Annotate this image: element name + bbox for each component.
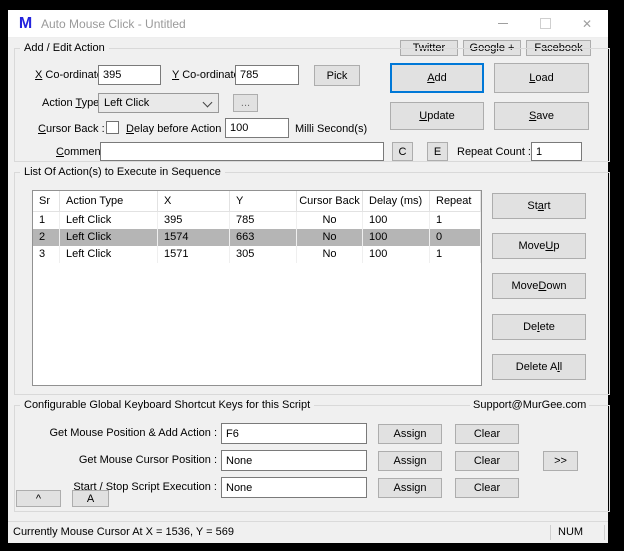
status-bar: Currently Mouse Cursor At X = 1536, Y = …: [8, 521, 608, 543]
load-button[interactable]: Load: [494, 63, 589, 93]
delete-all-button[interactable]: Delete All: [492, 354, 586, 380]
action-type-select[interactable]: Left Click: [98, 93, 219, 113]
move-up-button[interactable]: Move Up: [492, 233, 586, 259]
table-cell: 305: [230, 246, 297, 263]
title-bar: M Auto Mouse Click - Untitled ✕: [8, 10, 608, 38]
clear-cursor-position-button[interactable]: Clear: [455, 451, 519, 471]
status-text: Currently Mouse Cursor At X = 1536, Y = …: [13, 526, 234, 538]
caret-button[interactable]: ^: [16, 490, 61, 507]
table-cell: 0: [430, 229, 481, 246]
add-edit-action-group-label: Add / Edit Action: [20, 42, 109, 55]
minimize-icon: [498, 23, 508, 24]
table-cell: No: [297, 246, 363, 263]
delay-input[interactable]: [225, 118, 289, 138]
delay-unit-label: Milli Second(s): [295, 123, 368, 135]
table-cell: 100: [363, 246, 430, 263]
delete-button[interactable]: De l ete: [492, 314, 586, 340]
minimize-button[interactable]: [486, 10, 520, 37]
table-cell: 785: [230, 212, 297, 229]
table-cell: 3: [33, 246, 60, 263]
update-button[interactable]: Update: [390, 102, 484, 130]
table-cell: 100: [363, 229, 430, 246]
assign-start-stop-button[interactable]: Assign: [378, 478, 442, 498]
action-row[interactable]: 3 Left Click 1571 305 No 100 1: [33, 246, 481, 263]
table-cell: No: [297, 229, 363, 246]
cursor-back-label: Cursor Back :: [38, 123, 105, 135]
table-cell: 1571: [158, 246, 230, 263]
cursor-back-checkbox[interactable]: [106, 121, 119, 134]
close-icon: ✕: [581, 16, 593, 31]
add-button[interactable]: Add: [390, 63, 484, 93]
move-down-button[interactable]: Move Down: [492, 273, 586, 299]
comment-input[interactable]: [100, 142, 384, 161]
c-button[interactable]: C: [392, 142, 413, 161]
table-cell: Left Click: [60, 229, 158, 246]
action-list-group-label: List Of Action(s) to Execute in Sequence: [20, 166, 225, 179]
column-header[interactable]: Action Type: [60, 191, 158, 211]
assign-add-action-button[interactable]: Assign: [378, 424, 442, 444]
chevron-down-icon: [202, 97, 213, 108]
clear-add-action-button[interactable]: Clear: [455, 424, 519, 444]
save-button[interactable]: Save: [494, 102, 589, 130]
maximize-icon: [539, 18, 551, 29]
table-cell: 1574: [158, 229, 230, 246]
more-options-button[interactable]: ...: [233, 94, 258, 112]
shortcut-add-action-label: Get Mouse Position & Add Action :: [49, 427, 217, 439]
column-header[interactable]: Y: [230, 191, 297, 211]
support-email-label: Support@MurGee.com: [470, 399, 590, 411]
a-button[interactable]: A: [72, 490, 109, 507]
table-cell: 1: [430, 212, 481, 229]
pick-button[interactable]: Pick: [314, 65, 360, 86]
table-cell: 2: [33, 229, 60, 246]
maximize-button[interactable]: [528, 10, 562, 37]
repeat-count-label: Repeat Count :: [457, 146, 531, 158]
action-type-label: Action Type :: [42, 97, 106, 109]
e-button[interactable]: E: [427, 142, 448, 161]
num-lock-indicator: NUM: [558, 526, 584, 538]
action-table: Sr Action Type X Y Cursor Back Delay (ms) Repe…: [32, 190, 482, 386]
action-type-value: Left Click: [104, 97, 150, 109]
action-row[interactable]: 1 Left Click 395 785 No 100 1: [33, 212, 481, 229]
shortcut-cursor-position-label: Get Mouse Cursor Position :: [78, 454, 217, 466]
status-separator: [604, 525, 605, 540]
app-logo-icon: M: [18, 15, 33, 32]
shortcut-add-action-input[interactable]: [221, 423, 367, 444]
action-table-body: 1 Left Click 395 785 No 100 1 2 Left Click 1574 66…: [33, 212, 481, 263]
x-coordinate-input[interactable]: [98, 65, 161, 85]
clear-start-stop-button[interactable]: Clear: [455, 478, 519, 498]
column-header[interactable]: X: [158, 191, 230, 211]
table-cell: No: [297, 212, 363, 229]
column-header[interactable]: Sr: [33, 191, 60, 211]
shortcut-start-stop-input[interactable]: [221, 477, 367, 498]
table-cell: 1: [430, 246, 481, 263]
start-button[interactable]: St a rt: [492, 193, 586, 219]
delay-before-action-label: Delay before Action :: [126, 123, 228, 135]
column-header[interactable]: Cursor Back: [297, 191, 363, 211]
column-header[interactable]: Delay (ms): [363, 191, 430, 211]
app-window: M Auto Mouse Click - Untitled ✕ Twitter …: [8, 10, 610, 543]
shortcuts-group-label: Configurable Global Keyboard Shortcut Ke…: [20, 399, 315, 412]
table-cell: Left Click: [60, 212, 158, 229]
close-button[interactable]: ✕: [570, 10, 604, 37]
action-table-header: Sr Action Type X Y Cursor Back Delay (ms) Repe…: [33, 191, 481, 212]
table-cell: 663: [230, 229, 297, 246]
action-row[interactable]: 2 Left Click 1574 663 No 100 0: [33, 229, 481, 246]
table-cell: 100: [363, 212, 430, 229]
assign-cursor-position-button[interactable]: Assign: [378, 451, 442, 471]
table-cell: 1: [33, 212, 60, 229]
table-cell: 395: [158, 212, 230, 229]
column-header[interactable]: Repeat: [430, 191, 481, 211]
y-coordinate-input[interactable]: [235, 65, 299, 85]
table-cell: Left Click: [60, 246, 158, 263]
more-shortcuts-button[interactable]: >>: [543, 451, 578, 471]
status-separator: [550, 525, 551, 540]
repeat-count-input[interactable]: [531, 142, 582, 161]
window-title: Auto Mouse Click - Untitled: [41, 17, 186, 31]
shortcut-cursor-position-input[interactable]: [221, 450, 367, 471]
